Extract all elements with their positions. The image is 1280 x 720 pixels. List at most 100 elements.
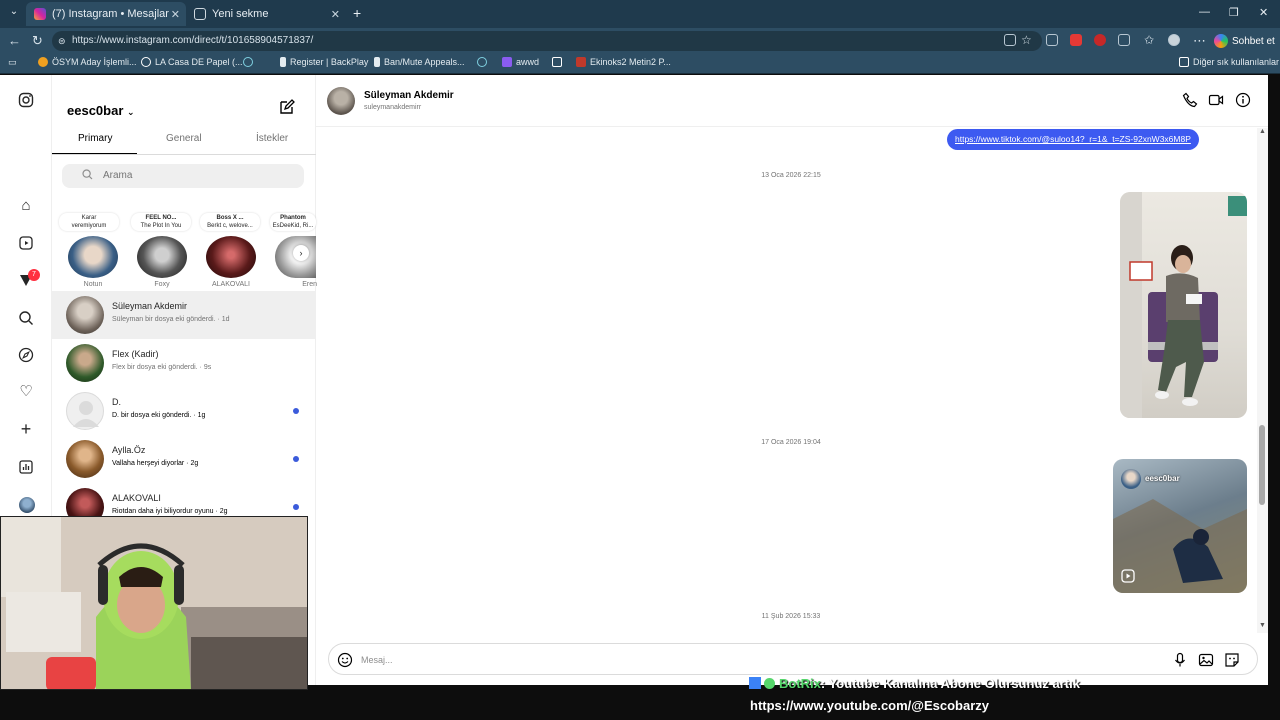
dashboard-icon[interactable] <box>18 459 34 475</box>
account-username: eesc0bar <box>67 103 124 118</box>
profile-avatar-icon[interactable] <box>1168 34 1180 46</box>
bookmark-label: Register | BackPlay <box>290 57 369 67</box>
phone-icon[interactable] <box>1182 92 1198 108</box>
app-icon[interactable] <box>1004 34 1016 46</box>
thread-item[interactable]: Süleyman Akdemir Süleyman bir dosya eki … <box>52 291 316 339</box>
thread-item[interactable]: Aylla.Öz Vallaha herşeyi diyorlar · 2g <box>52 435 316 483</box>
note-bubble[interactable]: Boss X ... Berkt c, welove... <box>200 213 260 231</box>
sticker-icon[interactable] <box>1224 652 1240 668</box>
extension-icon[interactable] <box>1046 34 1058 46</box>
other-favorites[interactable]: Diğer sık kullanılanlar <box>1179 57 1279 67</box>
scroll-down-icon[interactable]: ▼ <box>1259 622 1266 629</box>
tab-list-icon[interactable]: ⌄ <box>6 6 22 22</box>
bookmark-label: LA Casa DE Papel (... <box>155 57 243 67</box>
thread-name: Süleyman Akdemir <box>112 301 188 311</box>
info-icon[interactable] <box>1235 92 1251 108</box>
profile-icon[interactable] <box>19 497 35 513</box>
window-close-icon[interactable]: ✕ <box>1259 6 1268 19</box>
bookmark-label: Ekinoks2 Metin2 P... <box>590 57 671 67</box>
bookmark-unnamed-1[interactable] <box>243 57 253 67</box>
bot-url: https://www.youtube.com/@Escobarzy <box>750 698 990 713</box>
browser-toolbar: ← ↻ ⊜ https://www.instagram.com/direct/t… <box>0 28 1280 54</box>
explore-icon[interactable] <box>18 347 34 363</box>
story-avatar[interactable] <box>137 236 187 278</box>
scrollbar-thumb[interactable] <box>1259 425 1265 505</box>
microphone-icon[interactable] <box>1172 652 1188 668</box>
story-avatar[interactable] <box>206 236 256 278</box>
bookmark-icon <box>552 57 562 67</box>
note-line1: FEEL NO... <box>145 215 177 221</box>
maximize-icon[interactable]: ❐ <box>1229 6 1239 19</box>
story-avatar[interactable] <box>68 236 118 278</box>
note-bubble[interactable]: Karar veremiyorum <box>59 213 119 231</box>
note-line1: Boss X ... <box>216 215 244 221</box>
contact-username: suleymanakdemirr <box>364 104 422 111</box>
more-icon[interactable]: ⋯ <box>1193 33 1206 49</box>
globe-icon <box>141 57 151 67</box>
bookmarks-bar: ▭ ÖSYM Aday İşlemli... LA Casa DE Papel … <box>0 54 1280 74</box>
note-line2: The Plot In You <box>140 223 182 229</box>
site-info-icon[interactable]: ⊜ <box>58 31 66 51</box>
note-bubble[interactable]: FEEL NO... The Plot In You <box>131 213 191 231</box>
tab-general[interactable]: General <box>166 133 202 144</box>
heart-icon[interactable]: ♡ <box>18 384 34 400</box>
story-name: Eren <box>302 281 317 288</box>
message-input[interactable] <box>361 652 1141 668</box>
note-bubble[interactable]: Phantom EsDeeKid, Ri... <box>270 213 316 231</box>
image-icon[interactable] <box>1198 652 1214 668</box>
refresh-icon[interactable]: ↻ <box>32 33 43 49</box>
reel-username: eesc0bar <box>1145 474 1180 483</box>
scroll-up-icon[interactable]: ▲ <box>1259 128 1266 135</box>
message-link-bubble[interactable]: https://www.tiktok.com/@suloo14?_r=1&_t=… <box>947 129 1199 150</box>
tab-new[interactable]: Yeni sekme ✕ <box>186 2 346 26</box>
star-icon[interactable]: ☆ <box>1021 33 1032 47</box>
shared-reel[interactable]: eesc0bar <box>1113 459 1247 593</box>
thread-preview: D. bir dosya eki gönderdi. · 1g <box>112 412 206 419</box>
bookmark-lacasa[interactable]: LA Casa DE Papel (... <box>141 57 243 67</box>
thread-preview: Flex bir dosya eki gönderdi. · 9s <box>112 364 212 371</box>
home-icon[interactable]: ⌂ <box>18 198 34 214</box>
avatar[interactable] <box>327 87 355 115</box>
search-input[interactable] <box>62 164 304 188</box>
tab-requests[interactable]: İstekler <box>256 133 288 144</box>
youtube-extension-icon[interactable] <box>1070 34 1082 46</box>
chevron-right-icon[interactable]: › <box>293 245 309 261</box>
bookmark-awwd[interactable]: awwd <box>502 57 539 67</box>
puzzle-icon[interactable] <box>1118 34 1130 46</box>
bookmark-ekinoks[interactable]: Ekinoks2 Metin2 P... <box>576 57 671 67</box>
scrollbar[interactable]: ▲ ▼ <box>1257 128 1268 633</box>
contact-name[interactable]: Süleyman Akdemir <box>364 90 454 101</box>
back-arrow-icon[interactable]: ← <box>8 33 21 48</box>
reels-icon[interactable] <box>18 235 34 251</box>
bookmark-banmute[interactable]: Ban/Mute Appeals... <box>374 57 465 67</box>
close-icon[interactable]: ✕ <box>331 8 340 21</box>
bookmark-unnamed-2[interactable] <box>477 57 487 67</box>
instagram-icon[interactable] <box>18 92 34 108</box>
favorites-icon[interactable]: ✩ <box>1144 33 1154 47</box>
emoji-icon[interactable] <box>337 652 353 668</box>
bot-message: BotRix: Youtube Kanalına Abone Olursunuz… <box>749 676 1080 691</box>
sidebar-toggle-icon[interactable]: ▭ <box>8 57 17 68</box>
new-message-icon[interactable] <box>278 99 295 121</box>
thread-item[interactable]: D. D. bir dosya eki gönderdi. · 1g <box>52 387 316 435</box>
bookmark-label: ÖSYM Aday İşlemli... <box>52 57 137 67</box>
search-icon[interactable] <box>18 310 34 326</box>
bookmark-backplay[interactable]: Register | BackPlay <box>280 57 368 67</box>
new-tab-button[interactable]: + <box>353 5 361 21</box>
minimize-icon[interactable]: — <box>1199 6 1210 18</box>
story-name: ALAKOVALI <box>211 281 250 288</box>
bookmark-osym[interactable]: ÖSYM Aday İşlemli... <box>38 57 137 67</box>
chat-button[interactable]: Sohbet et <box>1214 32 1275 50</box>
create-icon[interactable]: + <box>18 420 34 438</box>
close-icon[interactable]: ✕ <box>171 8 180 21</box>
shared-photo[interactable] <box>1120 192 1247 418</box>
bookmark-unnamed-3[interactable] <box>552 57 562 67</box>
tab-instagram[interactable]: (7) Instagram • Mesajlar ✕ <box>26 2 186 26</box>
tab-primary[interactable]: Primary <box>78 133 112 144</box>
address-bar[interactable]: ⊜ https://www.instagram.com/direct/t/101… <box>52 31 1042 51</box>
video-call-icon[interactable] <box>1208 92 1224 108</box>
record-extension-icon[interactable] <box>1094 34 1106 46</box>
account-switcher[interactable]: eesc0bar ⌄ <box>67 103 135 118</box>
bot-text: : Youtube Kanalına Abone Olursunuz artık <box>820 676 1080 691</box>
thread-item[interactable]: Flex (Kadir) Flex bir dosya eki gönderdi… <box>52 339 316 387</box>
